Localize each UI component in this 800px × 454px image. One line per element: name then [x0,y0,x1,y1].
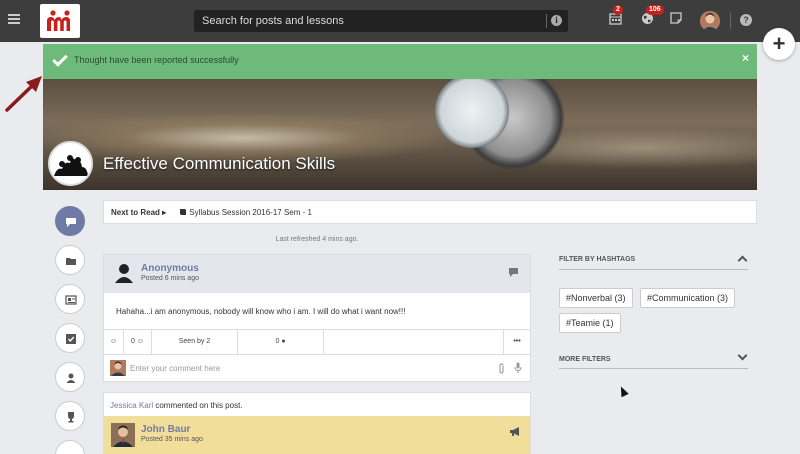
next-to-read-bar: Next to Read ▸ Syllabus Session 2016-17 … [103,200,757,224]
top-bar: i 2 106 ? [0,0,800,42]
anonymous-user-icon [115,264,133,283]
like-count-value: 0 [131,338,135,345]
post2-author[interactable]: John Baur [141,424,190,435]
course-title: Effective Communication Skills [103,154,336,173]
post-header: Anonymous Posted 6 mins ago [104,255,530,293]
search-separator [546,14,547,28]
post-actions: ☺ 0 ☺ Seen by 2 0 ● ••• [104,329,530,355]
thought-icon [509,268,518,277]
rail-newsfeed-button[interactable] [55,284,85,314]
commenter-avatar [110,360,126,376]
next-lesson-title: Syllabus Session 2016-17 Sem - 1 [189,208,312,217]
success-alert: Thought have been reported successfully … [43,44,757,79]
post-time: Posted 6 mins ago [141,275,199,282]
check-icon [52,51,68,67]
announcement-header: John Baur Posted 35 mins ago [104,416,530,454]
annotation-arrow-icon [5,76,42,112]
mouse-cursor-icon [617,384,629,398]
notes-icon[interactable] [670,12,684,26]
book-icon [180,209,186,215]
comment-row [104,355,530,381]
post-card: Anonymous Posted 6 mins ago Hahaha...i a… [103,254,531,382]
rail-awards-button[interactable] [55,401,85,431]
rail-posts-button[interactable] [55,206,85,236]
last-refreshed-text: Last refreshed 4 mins ago. [275,236,359,243]
topbar-separator [730,13,731,29]
create-button[interactable]: + [763,28,795,60]
next-to-read-text: Next to Read [111,208,160,217]
menu-icon[interactable] [8,14,20,24]
next-lesson-link[interactable]: Syllabus Session 2016-17 Sem - 1 [179,208,312,217]
actions-spacer [324,330,504,354]
calendar-badge: 2 [613,5,623,15]
user-avatar[interactable] [700,11,720,31]
activity-user-link[interactable]: Jessica Karl [110,401,153,410]
info-icon[interactable]: i [551,15,562,26]
more-filters-title: MORE FILTERS [559,356,611,363]
more-options-button[interactable]: ••• [504,330,530,354]
app-logo[interactable] [40,4,80,38]
comment-count-value: 0 [275,338,280,345]
rail-tasks-button[interactable] [55,323,85,353]
filter-by-hashtags-header[interactable]: FILTER BY HASHTAGS [559,250,748,270]
post-author[interactable]: Anonymous [141,263,199,274]
alert-close-button[interactable]: × [742,51,749,65]
microphone-icon[interactable] [514,362,522,374]
rail-members-button[interactable] [55,362,85,392]
rail-folders-button[interactable] [55,245,85,275]
comment-count[interactable]: 0 ● [238,330,324,354]
like-count[interactable]: 0 ☺ [124,330,152,354]
hashtag-teamie[interactable]: #Teamie (1) [559,313,621,333]
filter-by-hashtags-title: FILTER BY HASHTAGS [559,256,636,263]
search-box: i [194,10,568,32]
globe-icon[interactable]: 106 [641,5,664,26]
activity-text: commented on this post. [155,401,243,410]
search-input[interactable] [194,10,544,32]
expand-icon[interactable] [737,350,748,361]
john-baur-avatar [111,423,135,447]
hashtag-communication[interactable]: #Communication (3) [640,288,736,308]
megaphone-icon [510,427,519,436]
activity-line: Jessica Karl commented on this post. [110,401,243,410]
post-card-2: Jessica Karl commented on this post. Joh… [103,392,531,454]
comment-icon: ● [281,338,286,345]
more-filters-header[interactable]: MORE FILTERS [559,350,748,369]
post2-time: Posted 35 mins ago [141,436,203,443]
emoji-button[interactable]: ☺ [104,330,124,354]
banner-watch-image [435,78,509,148]
alert-message: Thought have been reported successfully [74,55,239,65]
rail-more-button[interactable] [55,440,85,454]
attach-icon[interactable] [497,363,506,374]
collapse-icon[interactable] [737,255,748,266]
hashtag-nonverbal[interactable]: #Nonverbal (3) [559,288,633,308]
next-to-read-label[interactable]: Next to Read ▸ [111,208,166,217]
course-icon [48,141,93,186]
globe-badge: 106 [646,5,664,15]
course-banner: Effective Communication Skills [43,78,757,190]
seen-by[interactable]: Seen by 2 [152,330,238,354]
post-body: Hahaha...i am anonymous, nobody will kno… [116,307,406,316]
help-icon[interactable]: ? [740,14,752,26]
comment-input[interactable] [130,360,480,376]
calendar-icon[interactable]: 2 [609,5,623,26]
